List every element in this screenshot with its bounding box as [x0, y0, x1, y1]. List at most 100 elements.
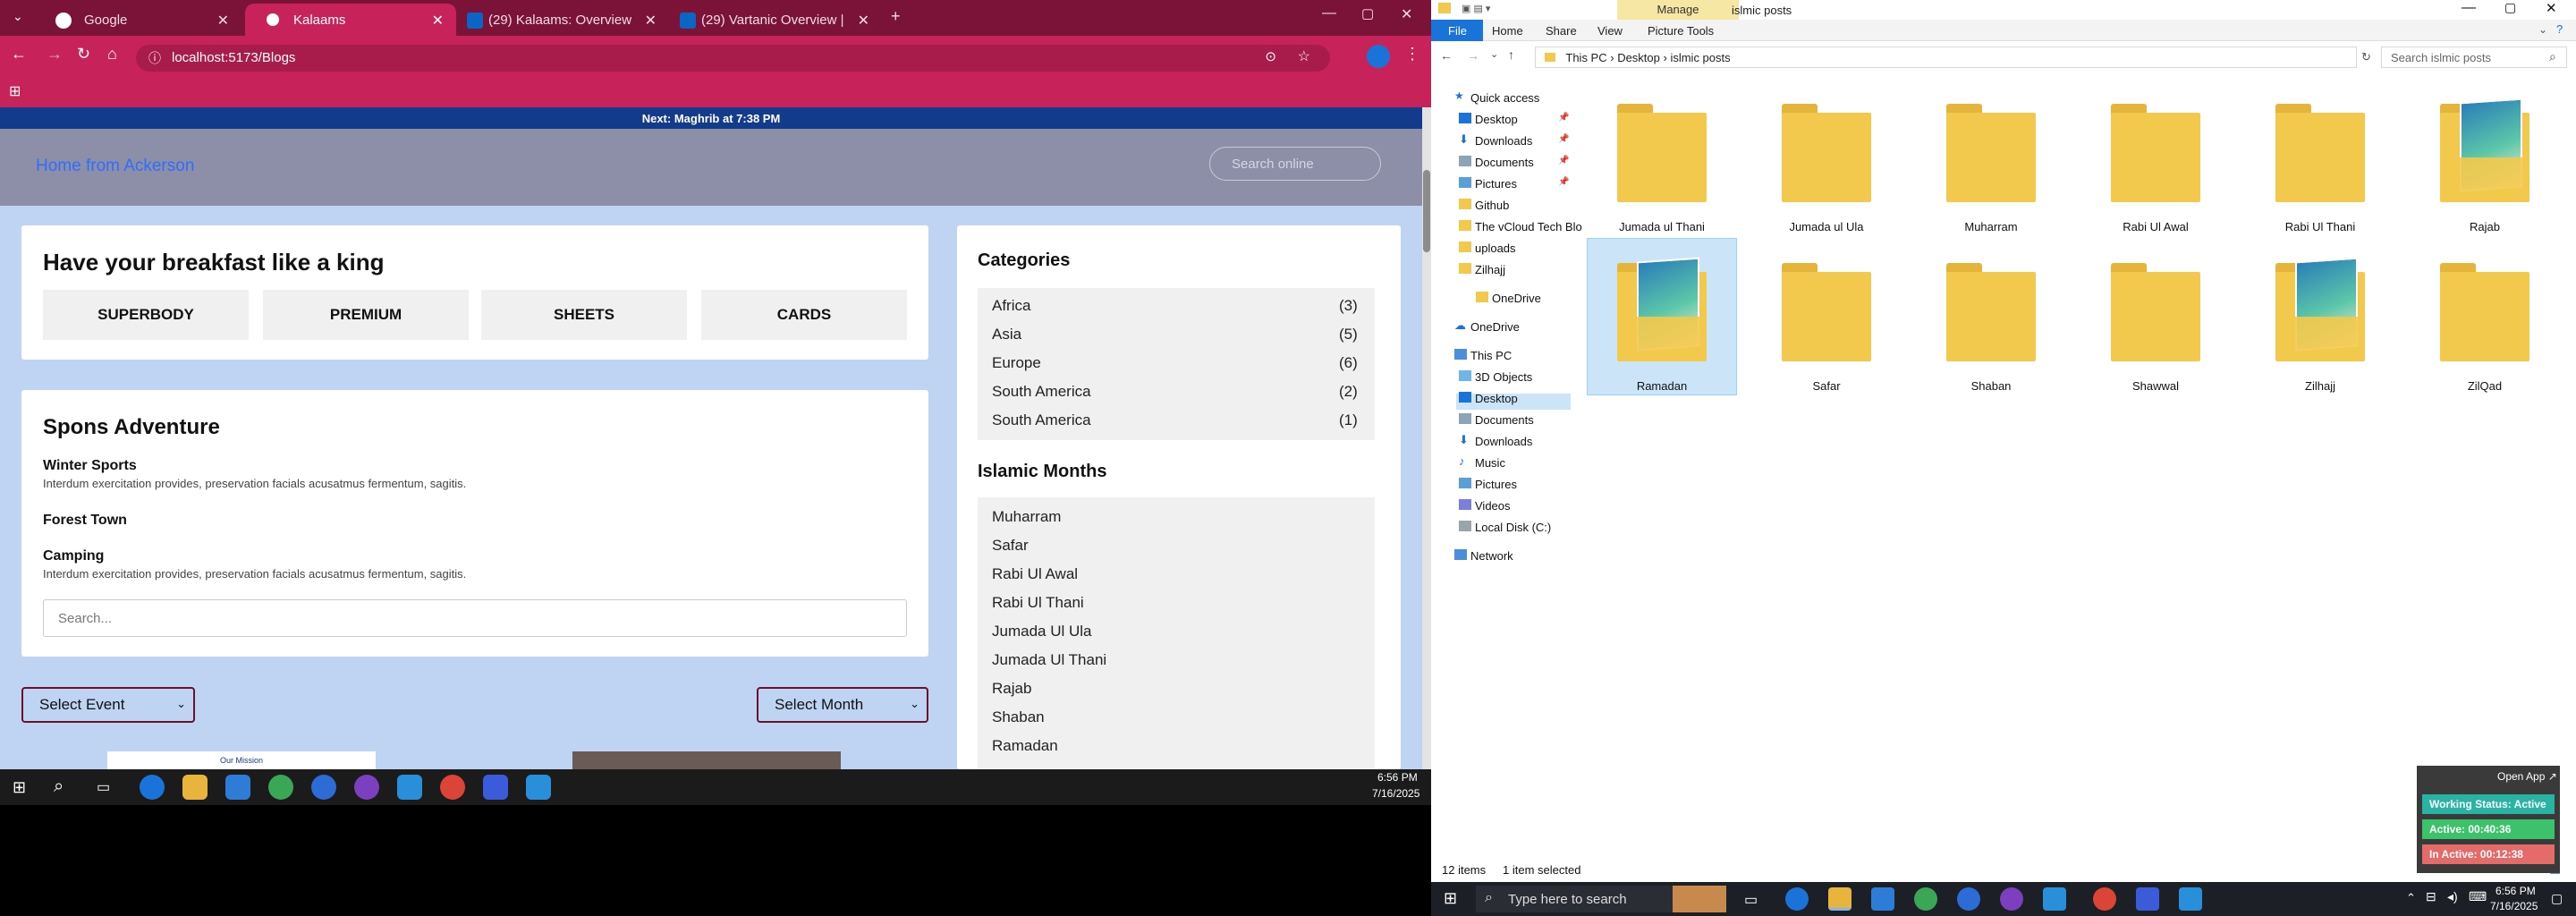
nav-item-desktop[interactable]: Desktop [1459, 113, 1518, 126]
reload-icon[interactable]: ↻ [77, 45, 90, 64]
app-icon[interactable] [2179, 887, 2202, 911]
folder-icon[interactable] [2111, 254, 2200, 361]
nav-item-documents-pc[interactable]: Documents [1459, 413, 1534, 427]
minimize-icon[interactable]: — [2462, 0, 2476, 16]
search-input[interactable]: Search islmic posts [2381, 47, 2567, 68]
forward-icon[interactable]: → [47, 45, 63, 64]
folder-label[interactable]: Ramadan [1595, 379, 1729, 393]
app-icon[interactable] [311, 775, 336, 800]
zoom-icon[interactable] [2136, 887, 2159, 911]
zoom-icon[interactable] [483, 775, 508, 800]
edge-icon[interactable] [1785, 887, 1809, 911]
tab-kalaams[interactable]: Kalaams ✕ [245, 4, 456, 36]
forward-icon[interactable]: → [1467, 48, 1479, 63]
nav-item-videos[interactable]: Videos [1459, 499, 1511, 513]
folder-label[interactable]: Rabi Ul Awal [2089, 220, 2223, 233]
share-tab[interactable]: Share [1546, 24, 1577, 38]
folder-label[interactable]: ZilQad [2418, 379, 2552, 393]
manage-tab[interactable]: Manage [1617, 0, 1739, 20]
folder-label[interactable]: Shawwal [2089, 379, 2223, 393]
home-tab[interactable]: Home [1492, 24, 1523, 38]
nav-item-local-disk[interactable]: Local Disk (C:) [1459, 521, 1551, 534]
folder-label[interactable]: Muharram [1924, 220, 2058, 233]
nav-item-documents[interactable]: Documents [1459, 156, 1534, 169]
chrome-icon[interactable] [1914, 887, 1937, 911]
folder-label[interactable]: Rajab [2418, 220, 2552, 233]
folder-icon[interactable] [2440, 254, 2529, 361]
notification-icon[interactable]: ▢ [2551, 891, 2563, 906]
month-item[interactable]: Rabi Ul Awal [992, 565, 1078, 583]
close-icon[interactable]: ✕ [432, 12, 444, 30]
expand-ribbon-icon[interactable]: ⌄ [2538, 23, 2547, 36]
clock-time[interactable]: 6:56 PM [1377, 771, 1418, 784]
select-month-dropdown[interactable]: Select Month ⌄ [757, 687, 928, 723]
category-name[interactable]: Africa [992, 297, 1030, 315]
recent-locations-icon[interactable]: ⌄ [1490, 48, 1498, 60]
nav-item-pictures-pc[interactable]: Pictures [1459, 478, 1517, 491]
month-item[interactable]: Rajab [992, 680, 1031, 698]
windows-start-icon[interactable]: ⊞ [13, 778, 26, 797]
folder-icon[interactable] [2275, 254, 2365, 361]
breakfast-item[interactable]: CARDS [701, 290, 907, 340]
tab-linkedin-vartanic[interactable]: (29) Vartanic Overview | LinkedI ✕ [671, 4, 882, 36]
category-name[interactable]: Asia [992, 326, 1021, 344]
nav-item-this-pc[interactable]: This PC [1454, 349, 1512, 362]
task-view-icon[interactable]: ▭ [97, 778, 110, 796]
profile-avatar[interactable] [1367, 45, 1390, 68]
site-info-icon[interactable]: ⓘ [148, 49, 161, 67]
month-item[interactable]: Rabi Ul Thani [992, 594, 1084, 612]
folder-icon[interactable] [2275, 95, 2365, 202]
breakfast-item[interactable]: SUPERBODY [43, 290, 249, 340]
new-tab-icon[interactable]: + [891, 7, 901, 26]
folder-label[interactable]: Rabi Ul Thani [2253, 220, 2387, 233]
view-tab[interactable]: View [1597, 24, 1623, 38]
folder-icon[interactable] [1782, 95, 1871, 202]
chrome-profile-icon[interactable] [440, 775, 465, 800]
nav-item-desktop-pc[interactable]: Desktop [1459, 392, 1518, 405]
nav-item-network[interactable]: Network [1454, 549, 1513, 563]
breadcrumb-item[interactable]: This PC [1565, 51, 1606, 64]
nav-item-onedrive-folder[interactable]: OneDrive [1476, 292, 1541, 305]
picture-tools-tab[interactable]: Picture Tools [1648, 24, 1714, 38]
back-icon[interactable]: ← [1440, 48, 1453, 63]
close-icon[interactable]: ✕ [858, 12, 869, 30]
network-icon[interactable]: ⊟ [2426, 889, 2436, 904]
home-icon[interactable]: ⌂ [107, 45, 117, 64]
folder-label[interactable]: Jumada ul Thani [1595, 220, 1729, 233]
adventure-item-title[interactable]: Winter Sports [43, 458, 137, 474]
month-item[interactable]: Muharram [992, 508, 1061, 526]
nav-item-github[interactable]: Github [1459, 199, 1509, 212]
clock-time[interactable]: 6:56 PM [2496, 885, 2536, 897]
folder-icon[interactable] [1617, 254, 1707, 361]
open-app-link[interactable]: Open App ↗ [2497, 770, 2557, 783]
up-icon[interactable]: ↑ [1508, 47, 1514, 62]
folder-label[interactable]: Zilhajj [2253, 379, 2387, 393]
nav-item-quick-access[interactable]: ★ Quick access [1454, 89, 1539, 105]
breadcrumb-item[interactable]: Desktop [1617, 51, 1660, 64]
nav-item-onedrive[interactable]: ☁ OneDrive [1454, 318, 1520, 334]
edge-icon[interactable] [140, 775, 165, 800]
chrome-profile-icon[interactable] [2093, 887, 2116, 911]
clock-date[interactable]: 7/16/2025 [2490, 900, 2538, 912]
nav-item-music[interactable]: ♪ Music [1459, 454, 1505, 470]
month-item[interactable]: Shaban [992, 708, 1045, 726]
volume-icon[interactable]: ◂) [2447, 889, 2458, 904]
breadcrumb-item[interactable]: islmic posts [1670, 51, 1730, 64]
maximize-icon[interactable]: ▢ [1361, 5, 1374, 21]
scrollbar-thumb[interactable] [1423, 170, 1430, 252]
folder-icon[interactable] [1617, 95, 1707, 202]
vscode-icon[interactable] [397, 775, 422, 800]
back-icon[interactable]: ← [11, 45, 27, 64]
category-name[interactable]: South America [992, 411, 1091, 429]
folder-label[interactable]: Shaban [1924, 379, 2058, 393]
help-icon[interactable]: ? [2556, 22, 2563, 36]
month-item[interactable]: Jumada Ul Thani [992, 651, 1106, 669]
adventure-item-title[interactable]: Camping [43, 548, 104, 564]
nav-item-downloads[interactable]: ⬇ Downloads [1459, 132, 1532, 148]
store-icon[interactable] [225, 775, 250, 800]
tab-google[interactable]: Google ✕ [36, 4, 242, 36]
apps-grid-icon[interactable]: ⊞ [9, 82, 21, 100]
nav-item-3d-objects[interactable]: 3D Objects [1459, 370, 1532, 384]
breakfast-item[interactable]: SHEETS [481, 290, 687, 340]
refresh-icon[interactable]: ↻ [2361, 50, 2371, 64]
